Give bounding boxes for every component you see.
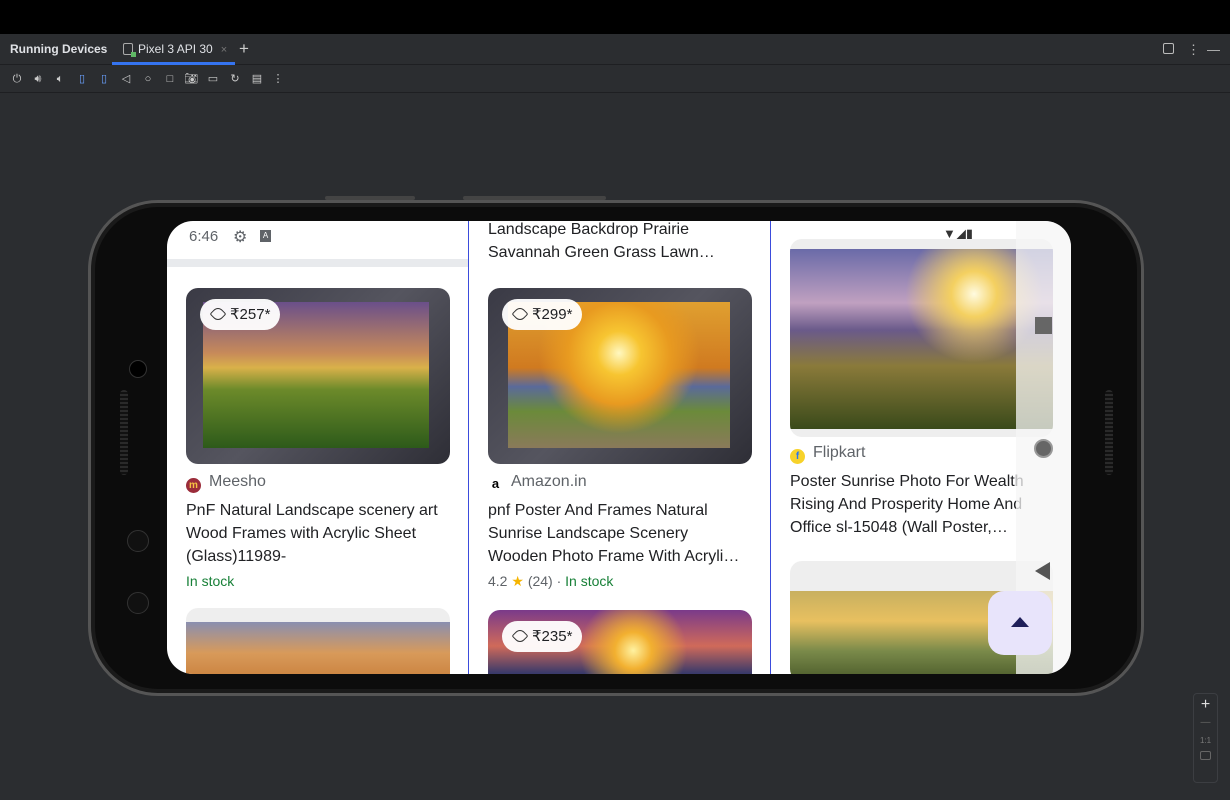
product-image[interactable]: ₹299*: [488, 288, 752, 464]
panel-title: Running Devices: [10, 42, 108, 56]
title-line: (Glass)11989-: [186, 548, 287, 565]
more-options-icon[interactable]: ⋮: [1187, 42, 1200, 58]
product-image[interactable]: ₹257*: [186, 288, 450, 464]
title-line: Rising And Prosperity Home And: [790, 496, 1023, 513]
tab-pixel-3-api-30[interactable]: Pixel 3 API 30 ×: [112, 34, 235, 65]
title-line: Wooden Photo Frame With Acryli…: [488, 548, 740, 565]
source-name: Meesho: [209, 473, 266, 490]
overview-icon[interactable]: □: [163, 72, 177, 86]
flipkart-logo-icon: f: [790, 449, 805, 464]
price-badge: ₹257*: [200, 299, 281, 330]
speaker-grill: [120, 390, 128, 475]
volume-up-icon[interactable]: 🔊︎: [31, 72, 45, 86]
device-screen[interactable]: 6:46 ⚙ A ₹257* m Meesho PnF Natural Lands…: [167, 221, 1071, 674]
zoom-in-button[interactable]: +: [1194, 696, 1217, 714]
stock-status: In stock: [186, 573, 235, 589]
tab-bar: Running Devices Pixel 3 API 30 × + ⋮ —: [0, 34, 1230, 65]
accessibility-icon: A: [260, 230, 271, 242]
source-name: Flipkart: [813, 444, 866, 461]
product-title[interactable]: pnf Poster And Frames Natural Sunrise La…: [488, 499, 750, 568]
arrow-up-icon: [1011, 617, 1029, 627]
source[interactable]: f Flipkart: [790, 444, 865, 464]
top-bar: [0, 0, 1230, 34]
tab-label: Pixel 3 API 30: [138, 42, 213, 56]
sensor: [127, 592, 149, 614]
device-toolbar: ⏻ 🔊︎ 🔈︎ ▯ ▯ ◁ ○ □ 📷︎ ▭ ↻ ▤ ⋮: [0, 66, 1230, 93]
product-image[interactable]: [790, 239, 1053, 437]
result-column: Landscape Backdrop Prairie Savannah Gree…: [469, 221, 771, 674]
price-badge: ₹235*: [502, 621, 583, 652]
title-line: Landscape Backdrop Prairie: [488, 221, 690, 238]
meesho-logo-icon: m: [186, 478, 201, 493]
back-icon[interactable]: ◁: [119, 72, 133, 86]
title-line: Poster Sunrise Photo For Wealth: [790, 473, 1024, 490]
settings-icon: ⚙: [233, 229, 248, 246]
stock-status: In stock: [565, 573, 614, 589]
layout-icon[interactable]: [1163, 43, 1174, 54]
fit-screen-icon[interactable]: [1200, 751, 1211, 760]
product-title[interactable]: Landscape Backdrop Prairie Savannah Gree…: [488, 221, 763, 264]
snapshot-icon[interactable]: ▤: [250, 72, 264, 86]
product-title[interactable]: Poster Sunrise Photo For Wealth Rising A…: [790, 470, 1035, 539]
back-button[interactable]: [1035, 562, 1050, 580]
price-badge: ₹299*: [502, 299, 583, 330]
rotate-left-icon[interactable]: ▯: [75, 72, 89, 86]
rating: 4.2: [488, 573, 508, 589]
sensor: [127, 530, 149, 552]
front-camera: [129, 360, 147, 378]
speaker-grill: [1105, 390, 1113, 475]
zoom-out-button[interactable]: —: [1194, 717, 1217, 728]
volume-down-icon[interactable]: 🔈︎: [53, 72, 67, 86]
minimize-icon[interactable]: —: [1207, 42, 1220, 57]
separator: [167, 259, 468, 267]
source[interactable]: m Meesho: [186, 473, 266, 493]
status-time: 6:46: [189, 228, 219, 245]
more-icon[interactable]: ⋮: [271, 72, 285, 86]
actual-size-button[interactable]: 1:1: [1194, 736, 1217, 745]
source[interactable]: a Amazon.in: [488, 473, 587, 491]
device-icon: [123, 43, 136, 57]
source-name: Amazon.in: [511, 473, 587, 490]
rotate-right-icon[interactable]: ▯: [97, 72, 111, 86]
title-line: Office sl-15048 (Wall Poster,…: [790, 519, 1008, 536]
product-title[interactable]: PnF Natural Landscape scenery art Wood F…: [186, 499, 461, 568]
product-image[interactable]: ₹235*: [488, 610, 752, 674]
review-count: (24): [527, 573, 553, 589]
scroll-top-button[interactable]: [988, 591, 1052, 655]
amazon-logo-icon: a: [488, 476, 503, 491]
record-icon[interactable]: ▭: [206, 72, 220, 86]
result-column: 6:46 ⚙ A ₹257* m Meesho PnF Natural Lands…: [167, 221, 469, 674]
close-tab-icon[interactable]: ×: [221, 44, 227, 56]
home-button[interactable]: [1034, 439, 1053, 458]
title-line: pnf Poster And Frames Natural: [488, 502, 708, 519]
reset-icon[interactable]: ↻: [228, 72, 242, 86]
title-line: Wood Frames with Acrylic Sheet: [186, 525, 417, 542]
home-icon[interactable]: ○: [141, 72, 155, 86]
title-line: PnF Natural Landscape scenery art: [186, 502, 438, 519]
add-tab-button[interactable]: +: [239, 39, 249, 59]
rating-row: 4.2 ★ (24) · In stock: [488, 573, 614, 589]
overview-button[interactable]: [1035, 317, 1052, 334]
title-line: Savannah Green Grass Lawn…: [488, 244, 715, 261]
product-image[interactable]: [186, 608, 450, 674]
star-icon: ★: [511, 573, 524, 589]
power-icon[interactable]: ⏻: [10, 72, 24, 86]
title-line: Sunrise Landscape Scenery: [488, 525, 689, 542]
camera-icon[interactable]: 📷︎: [184, 72, 198, 86]
zoom-controls: + — 1:1: [1193, 693, 1218, 783]
